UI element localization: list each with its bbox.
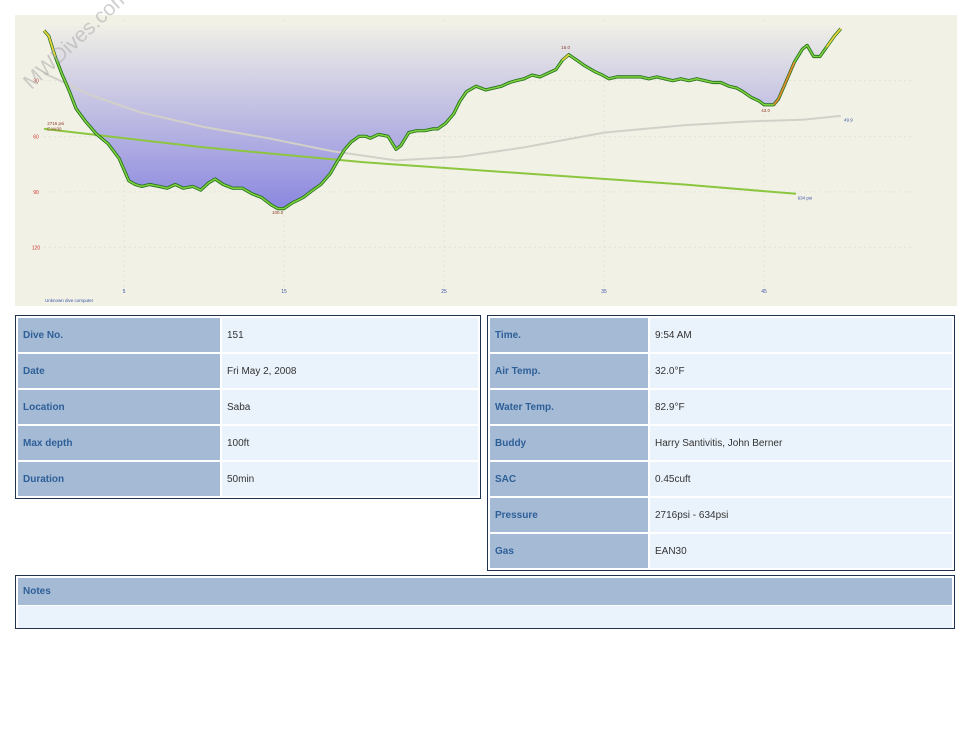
time-value: 9:54 AM — [650, 318, 952, 352]
buddy-value: Harry Santivitis, John Berner — [650, 426, 952, 460]
y-tick-label: 90 — [33, 190, 39, 196]
air-temp-label: Air Temp. — [490, 354, 648, 388]
y-tick-label: 60 — [33, 134, 39, 140]
table-row: Buddy Harry Santivitis, John Berner — [490, 426, 952, 460]
x-tick-label: 5 — [123, 289, 126, 295]
table-row: Air Temp. 32.0°F — [490, 354, 952, 388]
pressure-value: 2716psi - 634psi — [650, 498, 952, 532]
notes-body — [18, 606, 952, 628]
location-value: Saba — [222, 390, 478, 424]
duration-value: 50min — [222, 462, 478, 496]
date-label: Date — [18, 354, 220, 388]
gas-label: Gas — [490, 534, 648, 568]
chart-annotation: EAN30 — [47, 127, 62, 132]
dive-computer-label: Unknown dive computer — [45, 298, 94, 303]
chart-annotation: 100.0 — [272, 210, 284, 215]
table-row: Water Temp. 82.9°F — [490, 390, 952, 424]
table-row: Dive No. 151 — [18, 318, 478, 352]
water-temp-value: 82.9°F — [650, 390, 952, 424]
max-depth-value: 100ft — [222, 426, 478, 460]
max-depth-label: Max depth — [18, 426, 220, 460]
gas-value: EAN30 — [650, 534, 952, 568]
conditions-table: Time. 9:54 AM Air Temp. 32.0°F Water Tem… — [487, 315, 955, 571]
table-row: Gas EAN30 — [490, 534, 952, 568]
x-tick-label: 35 — [601, 289, 607, 295]
table-row: Time. 9:54 AM — [490, 318, 952, 352]
water-temp-label: Water Temp. — [490, 390, 648, 424]
notes-panel: Notes — [15, 575, 955, 629]
air-temp-value: 32.0°F — [650, 354, 952, 388]
sac-label: SAC — [490, 462, 648, 496]
dive-profile-svg: 3060901205 15 25 35 452716 psiEAN30100.016.0… — [15, 15, 957, 306]
x-tick-label: 45 — [761, 289, 767, 295]
chart-annotation: 49.9 — [844, 117, 853, 122]
dive-number-value: 151 — [222, 318, 478, 352]
buddy-label: Buddy — [490, 426, 648, 460]
table-row: SAC 0.45cuft — [490, 462, 952, 496]
dive-number-label: Dive No. — [18, 318, 220, 352]
sac-value: 0.45cuft — [650, 462, 952, 496]
table-row: Location Saba — [18, 390, 478, 424]
notes-header: Notes — [18, 578, 952, 605]
table-row: Duration 50min — [18, 462, 478, 496]
dive-info-table: Dive No. 151 Date Fri May 2, 2008 Locati… — [15, 315, 481, 499]
table-row: Max depth 100ft — [18, 426, 478, 460]
chart-annotation: 16.0 — [561, 45, 570, 50]
y-tick-label: 120 — [32, 246, 41, 252]
duration-label: Duration — [18, 462, 220, 496]
pressure-label: Pressure — [490, 498, 648, 532]
x-tick-label: 15 — [281, 289, 287, 295]
time-label: Time. — [490, 318, 648, 352]
date-value: Fri May 2, 2008 — [222, 354, 478, 388]
chart-annotation: 43.0 — [761, 108, 770, 113]
table-row: Date Fri May 2, 2008 — [18, 354, 478, 388]
chart-annotation: 634 psi — [798, 195, 813, 200]
x-tick-label: 25 — [441, 289, 447, 295]
chart-annotation: 2716 psi — [47, 121, 64, 126]
dive-profile-chart: 30 60 90 120 5 15 25 35 45 2716 psi EAN30 100.0 16.0… — [15, 0, 957, 306]
location-label: Location — [18, 390, 220, 424]
table-row: Pressure 2716psi - 634psi — [490, 498, 952, 532]
